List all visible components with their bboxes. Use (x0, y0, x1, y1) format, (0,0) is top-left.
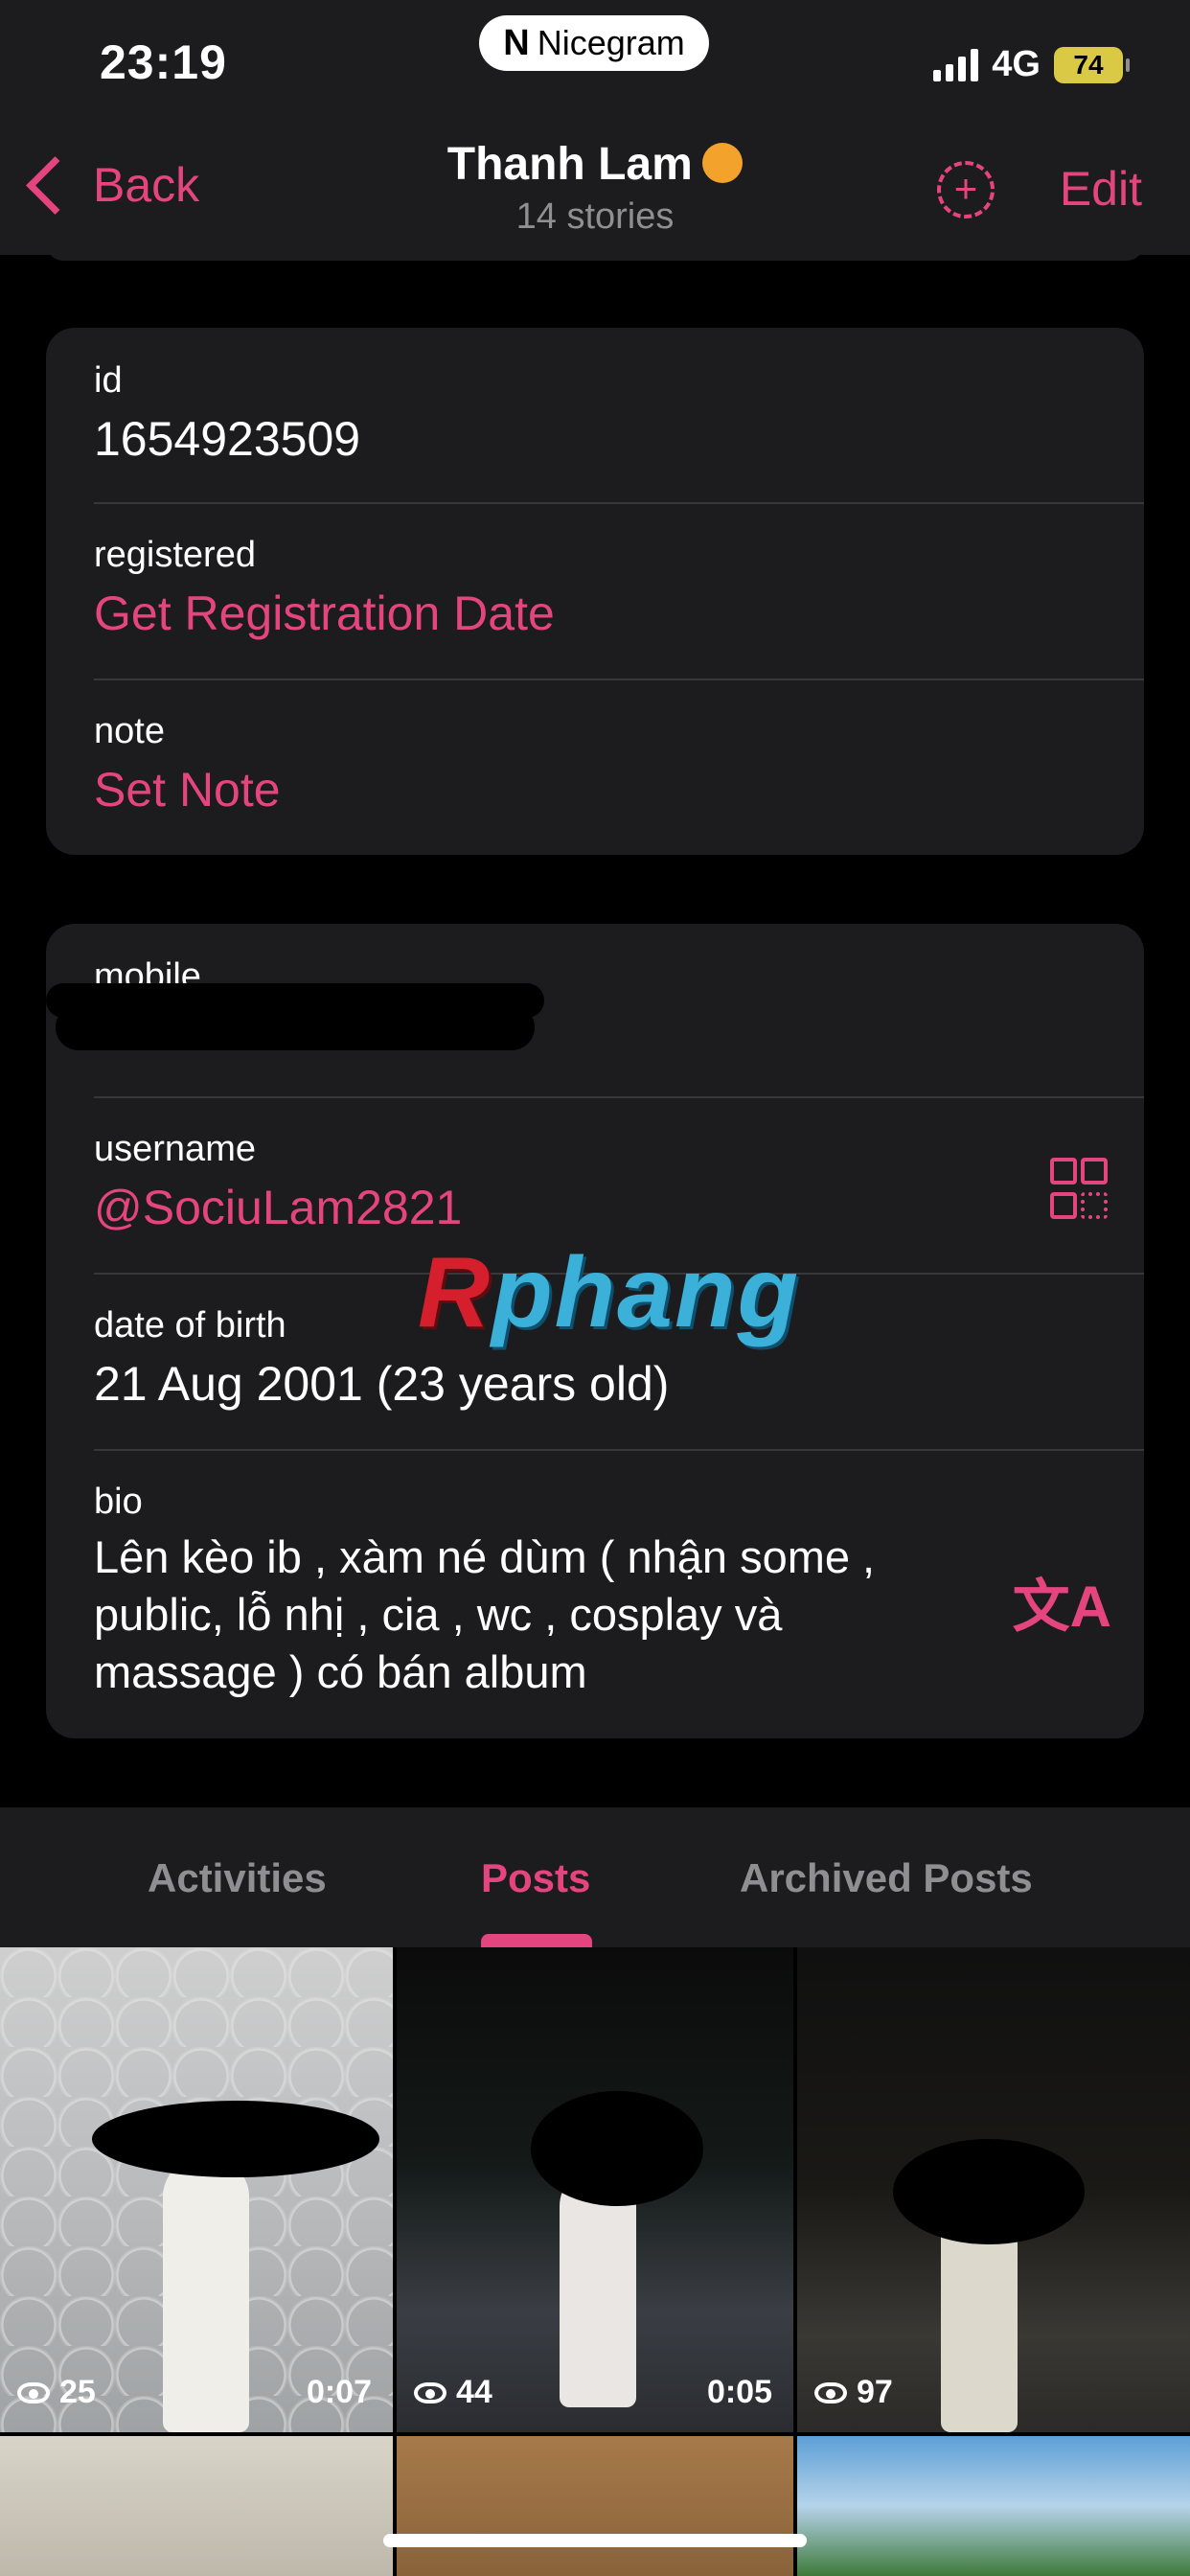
note-label: note (94, 711, 165, 751)
registered-row[interactable]: registered Get Registration Date (94, 535, 1144, 641)
qr-code-icon[interactable] (1050, 1158, 1108, 1219)
nav-title[interactable]: Thanh Lam 14 stories (0, 138, 1190, 238)
tab-posts[interactable]: Posts (481, 1855, 590, 1901)
profile-name: Thanh Lam (446, 139, 693, 190)
post-thumbnail[interactable]: 44 0:05 (397, 1947, 793, 2432)
battery-level: 74 (1073, 49, 1104, 80)
post-figure (163, 2158, 249, 2432)
info-card: id 1654923509 registered Get Registratio… (46, 328, 1144, 855)
set-note-link[interactable]: Set Note (94, 762, 1144, 817)
registered-label: registered (94, 535, 256, 575)
signal-icon (933, 48, 979, 81)
post-thumbnail[interactable]: 25 0:07 (0, 1947, 393, 2432)
get-registration-date-link[interactable]: Get Registration Date (94, 586, 1144, 641)
redaction-mark (56, 1004, 535, 1050)
tab-activities[interactable]: Activities (148, 1855, 327, 1901)
divider (94, 1449, 1144, 1451)
bio-row[interactable]: bio Lên kèo ib , xàm né dùm ( nhận some … (94, 1482, 1010, 1701)
tab-archived-posts[interactable]: Archived Posts (740, 1855, 1033, 1901)
status-bar: 23:19 N Nicegram 4G 74 (0, 0, 1190, 111)
redaction-mark (893, 2139, 1085, 2244)
header-card-edge (46, 243, 1144, 261)
eye-icon (17, 2381, 50, 2404)
view-count: 25 (17, 2374, 96, 2411)
status-time: 23:19 (100, 35, 227, 89)
video-duration: 0:07 (306, 2374, 372, 2410)
note-row[interactable]: note Set Note (94, 711, 1144, 817)
view-count: 44 (414, 2374, 492, 2411)
post-thumbnail[interactable]: 97 (797, 1947, 1190, 2432)
emoji-status-icon (702, 143, 744, 183)
redaction-mark (531, 2091, 703, 2206)
active-tab-indicator (481, 1934, 592, 1947)
app-pill-label: Nicegram (537, 23, 685, 62)
bio-line: public, lỗ nhị , cia , wc , cosplay và (94, 1589, 783, 1640)
translate-icon[interactable]: 文A (1013, 1560, 1111, 1644)
app-pill: N Nicegram (479, 15, 709, 71)
bio-text: Lên kèo ib , xàm né dùm ( nhận some , pu… (94, 1529, 1010, 1701)
nav-bar: Back Thanh Lam 14 stories + Edit (0, 111, 1190, 255)
bio-line: massage ) có bán album (94, 1646, 587, 1697)
posts-grid: 25 0:07 44 0:05 97 (0, 1947, 1190, 2576)
post-thumbnail[interactable] (0, 2436, 393, 2576)
network-type: 4G (992, 44, 1041, 84)
nicegram-logo-icon: N (503, 22, 530, 63)
status-indicators: 4G 74 (933, 44, 1130, 85)
username-label: username (94, 1129, 256, 1169)
add-story-icon[interactable]: + (937, 161, 995, 218)
media-tabs: Activities Posts Archived Posts (0, 1807, 1190, 1947)
divider (94, 502, 1144, 504)
edit-button[interactable]: Edit (1060, 161, 1142, 217)
eye-icon (814, 2381, 847, 2404)
watermark-logo: Rphang (418, 1237, 801, 1348)
profile-page: 23:19 N Nicegram 4G 74 Back Thanh Lam 14… (0, 0, 1190, 2576)
id-value: 1654923509 (94, 412, 361, 466)
username-value[interactable]: @SociuLam2821 (94, 1180, 1144, 1235)
video-duration: 0:05 (706, 2374, 772, 2410)
view-count: 97 (814, 2374, 893, 2411)
bio-label: bio (94, 1482, 143, 1522)
post-thumbnail[interactable] (797, 2436, 1190, 2576)
username-row[interactable]: username @SociuLam2821 (94, 1129, 1144, 1235)
divider (94, 678, 1144, 680)
stories-count: 14 stories (515, 196, 675, 237)
redaction-mark (92, 2101, 379, 2177)
id-label: id (94, 360, 123, 401)
eye-icon (414, 2381, 446, 2404)
post-thumbnail[interactable] (397, 2436, 793, 2576)
bio-line: Lên kèo ib , xàm né dùm ( nhận some , (94, 1531, 876, 1582)
dob-value: 21 Aug 2001 (23 years old) (94, 1357, 670, 1411)
home-indicator[interactable] (383, 2534, 807, 2547)
id-row[interactable]: id 1654923509 (94, 360, 1144, 467)
battery-icon: 74 (1054, 46, 1130, 83)
divider (94, 1096, 1144, 1098)
